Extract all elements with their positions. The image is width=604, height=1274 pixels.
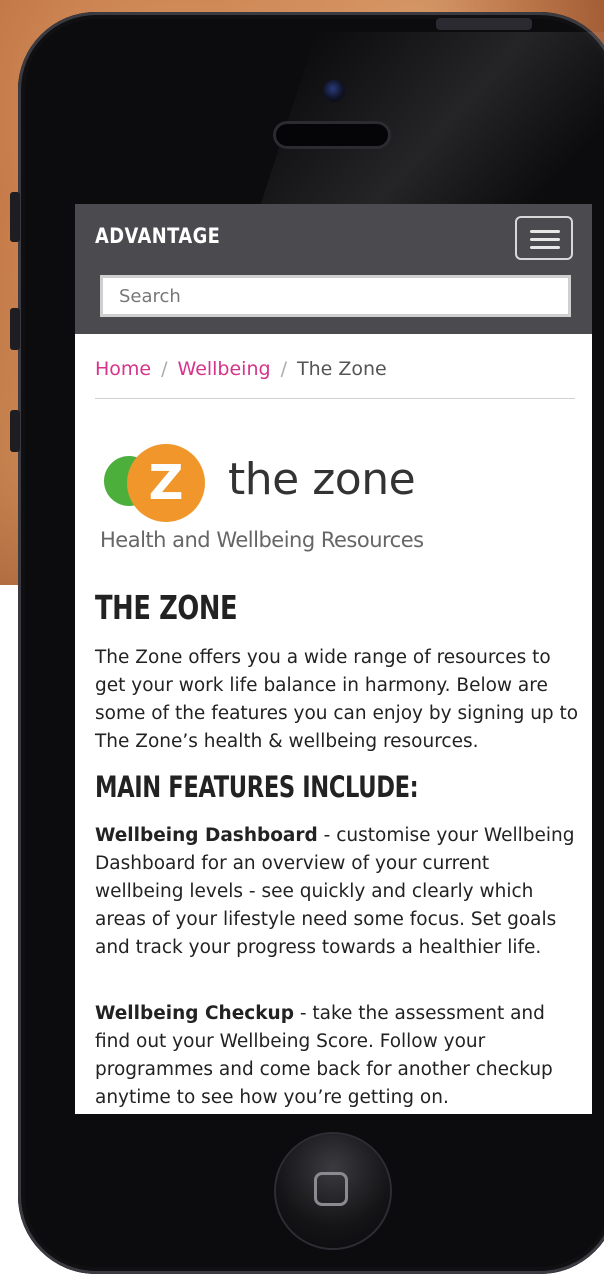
camera-icon	[323, 80, 345, 102]
home-square-icon	[314, 1172, 348, 1206]
hamburger-icon[interactable]	[515, 216, 573, 260]
hamburger-line	[530, 230, 560, 233]
search-input[interactable]	[103, 278, 568, 314]
breadcrumb-separator: /	[280, 358, 287, 380]
hamburger-line	[530, 246, 560, 249]
breadcrumb: Home / Wellbeing / The Zone	[95, 358, 575, 399]
brand-logo[interactable]: ADVANTAGE	[95, 224, 220, 248]
features-heading: MAIN FEATURES INCLUDE:	[95, 770, 419, 804]
feature-paragraph: Wellbeing Checkup - take the assessment …	[95, 1000, 580, 1112]
feature-paragraph: Wellbeing Dashboard - customise your Wel…	[95, 822, 580, 962]
breadcrumb-separator: /	[161, 358, 168, 380]
feature-name: Wellbeing Dashboard	[95, 825, 318, 846]
intro-paragraph: The Zone offers you a wide range of reso…	[95, 647, 579, 752]
breadcrumb-home-link[interactable]: Home	[95, 358, 151, 380]
speaker-grille	[276, 124, 388, 146]
phone-screen: ADVANTAGE Home / Wellbeing / The Zone Z the …	[75, 204, 592, 1114]
logo-letter: Z	[148, 455, 184, 511]
home-button[interactable]	[276, 1134, 390, 1248]
the-zone-logo: Z the zone Health and Wellbeing Resource…	[100, 444, 440, 564]
breadcrumb-current: The Zone	[296, 358, 387, 380]
volume-down-button	[10, 410, 20, 452]
logo-orange-circle: Z	[127, 444, 205, 522]
navbar: ADVANTAGE	[75, 204, 592, 334]
logo-tagline: Health and Wellbeing Resources	[100, 528, 424, 552]
mute-switch	[10, 192, 20, 242]
power-button	[436, 18, 532, 30]
logo-name: the zone	[228, 454, 416, 505]
phone-frame: ADVANTAGE Home / Wellbeing / The Zone Z the …	[18, 12, 604, 1274]
breadcrumb-wellbeing-link[interactable]: Wellbeing	[178, 358, 271, 380]
feature-name: Wellbeing Checkup	[95, 1003, 294, 1024]
search-box	[100, 275, 571, 317]
page-title: THE ZONE	[95, 588, 238, 627]
hamburger-line	[530, 238, 560, 241]
volume-up-button	[10, 308, 20, 350]
